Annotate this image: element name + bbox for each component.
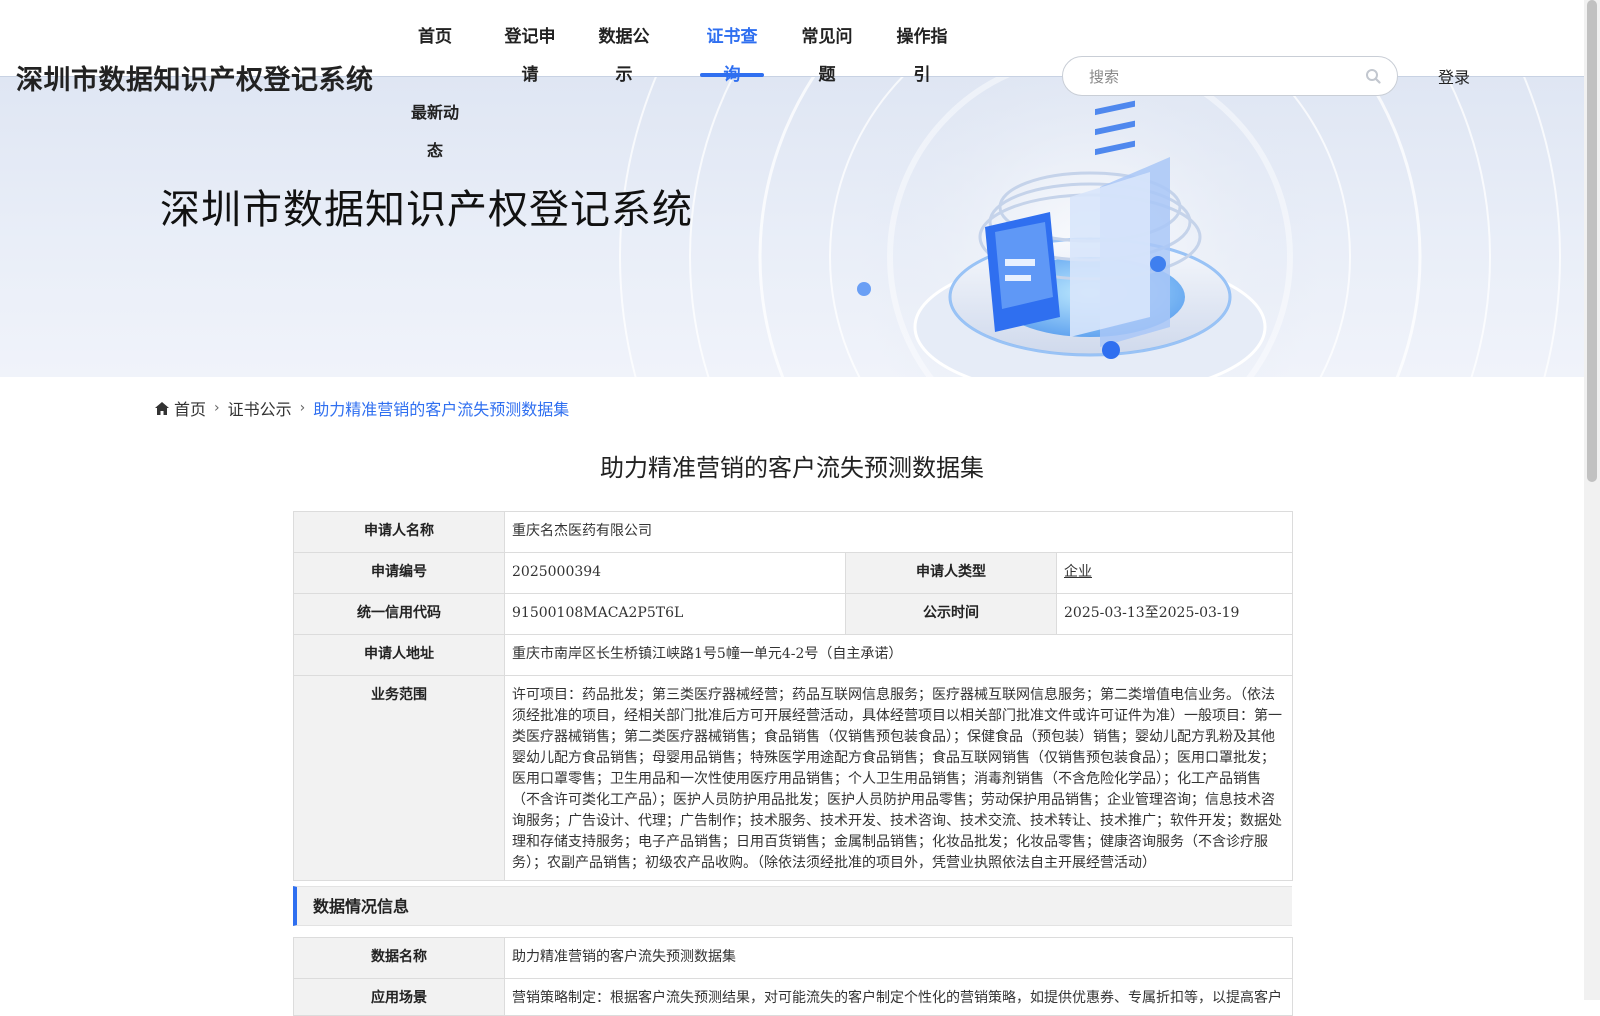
business-scope-value: 许可项目：药品批发；第三类医疗器械经营；药品互联网信息服务；医疗器械互联网信息服…: [503, 675, 1294, 881]
nav-latest-news[interactable]: 最新动态: [404, 94, 466, 160]
application-number-value: 2025000394: [504, 552, 846, 594]
chevron-right-icon: ›: [214, 400, 220, 416]
credit-code-value: 91500108MACA2P5T6L: [504, 593, 846, 635]
nav-register-apply[interactable]: 登记申请: [498, 18, 562, 85]
breadcrumb: 首页 › 证书公示 › 助力精准营销的客户流失预测数据集: [155, 396, 569, 420]
data-info-section-header: 数据情况信息: [293, 886, 1292, 926]
table-row: 统一信用代码 91500108MACA2P5T6L 公示时间 2025-03-1…: [293, 593, 1294, 635]
applicant-address-label: 申请人地址: [293, 634, 505, 676]
table-row: 业务范围 许可项目：药品批发；第三类医疗器械经营；药品互联网信息服务；医疗器械互…: [293, 675, 1294, 881]
application-scenario-label: 应用场景: [293, 978, 505, 1016]
nav-operation-guide[interactable]: 操作指引: [890, 18, 954, 85]
page-title: 助力精准营销的客户流失预测数据集: [600, 454, 984, 482]
applicant-type-label: 申请人类型: [845, 552, 1057, 594]
credit-code-label: 统一信用代码: [293, 593, 505, 635]
table-row: 申请人名称 重庆名杰医药有限公司: [293, 511, 1294, 553]
business-scope-label: 业务范围: [293, 675, 505, 881]
application-scenario-value: 营销策略制定：根据客户流失预测结果，对可能流失的客户制定个性化的营销策略，如提供…: [504, 978, 1293, 1016]
applicant-info-table: 申请人名称 重庆名杰医药有限公司 申请编号 2025000394 申请人类型 企…: [293, 511, 1294, 881]
applicant-type-text: 企业: [1064, 564, 1092, 580]
breadcrumb-certificate-publicity[interactable]: 证书公示: [228, 396, 292, 420]
chevron-right-icon: ›: [299, 400, 306, 416]
search-box: [1062, 56, 1398, 96]
data-name-label: 数据名称: [293, 937, 505, 979]
scrollbar-thumb[interactable]: [1587, 0, 1597, 482]
home-icon[interactable]: [155, 401, 169, 415]
publicity-time-label: 公示时间: [845, 593, 1057, 635]
breadcrumb-current: 助力精准营销的客户流失预测数据集: [313, 400, 570, 419]
nav-data-publicity[interactable]: 数据公示: [592, 18, 656, 85]
table-row: 数据名称 助力精准营销的客户流失预测数据集: [293, 937, 1293, 979]
hero-banner: 深圳市数据知识产权登记系统: [0, 76, 1584, 377]
login-link[interactable]: 登录: [1438, 64, 1470, 88]
active-tab-indicator: [700, 73, 764, 77]
data-info-table: 数据名称 助力精准营销的客户流失预测数据集 应用场景 营销策略制定：根据客户流失…: [293, 937, 1293, 1016]
nav-certificate-query[interactable]: 证书查询: [700, 18, 764, 85]
publicity-time-value: 2025-03-13至2025-03-19: [1055, 593, 1294, 635]
table-row: 申请人地址 重庆市南岸区长生桥镇江峡路1号5幢一单元4-2号（自主承诺）: [293, 634, 1294, 676]
table-row: 应用场景 营销策略制定：根据客户流失预测结果，对可能流失的客户制定个性化的营销策…: [293, 978, 1293, 1016]
nav-home[interactable]: 首页: [404, 18, 466, 76]
site-logo[interactable]: 深圳市数据知识产权登记系统: [16, 58, 374, 97]
applicant-address-value: 重庆市南岸区长生桥镇江峡路1号5幢一单元4-2号（自主承诺）: [503, 634, 1294, 676]
applicant-name-value: 重庆名杰医药有限公司: [503, 511, 1294, 553]
nav-faq[interactable]: 常见问题: [795, 18, 859, 85]
applicant-name-label: 申请人名称: [293, 511, 505, 553]
page-scrollbar[interactable]: [1584, 0, 1600, 1000]
banner-title: 深圳市数据知识产权登记系统: [160, 187, 693, 233]
data-name-value: 助力精准营销的客户流失预测数据集: [504, 937, 1293, 979]
applicant-type-value: 企业: [1055, 552, 1294, 594]
search-input[interactable]: [1087, 65, 1351, 89]
application-number-label: 申请编号: [293, 552, 505, 594]
table-row: 申请编号 2025000394 申请人类型 企业: [293, 552, 1294, 594]
search-icon[interactable]: [1365, 68, 1381, 84]
breadcrumb-home[interactable]: 首页: [174, 396, 206, 420]
